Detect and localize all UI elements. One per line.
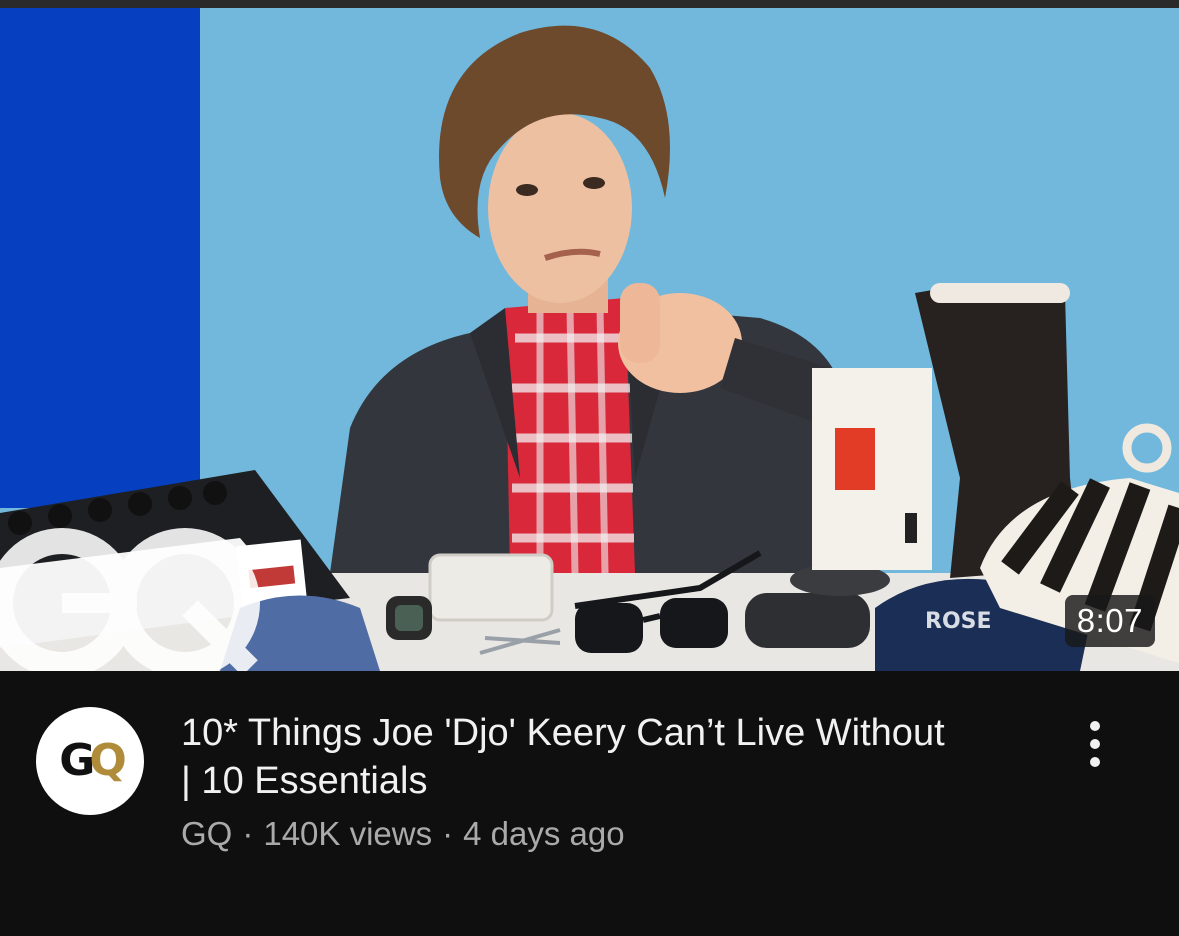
- channel-name[interactable]: GQ: [181, 815, 232, 852]
- video-title[interactable]: 10* Things Joe 'Djo' Keery Can’t Live Wi…: [181, 709, 961, 805]
- more-vert-icon[interactable]: [1071, 711, 1119, 775]
- channel-avatar[interactable]: GQ: [36, 707, 144, 815]
- separator: ·: [442, 815, 454, 852]
- thumbnail-image: ROSE: [0, 8, 1179, 671]
- video-thumbnail[interactable]: ROSE 8:07: [0, 8, 1179, 671]
- kebab-dot: [1090, 757, 1100, 767]
- cap-brand-text: ROSE: [925, 609, 992, 634]
- kebab-dot: [1090, 739, 1100, 749]
- duration-badge: 8:07: [1064, 595, 1155, 647]
- separator: ·: [242, 815, 254, 852]
- video-metadata: GQ · 140K views · 4 days ago: [181, 814, 625, 854]
- upload-age: 4 days ago: [463, 815, 625, 852]
- gq-avatar-logo: GQ: [59, 735, 127, 786]
- view-count: 140K views: [263, 815, 433, 852]
- video-details: GQ 10* Things Joe 'Djo' Keery Can’t Live…: [0, 671, 1179, 936]
- status-strip: [0, 0, 1179, 8]
- kebab-dot: [1090, 721, 1100, 731]
